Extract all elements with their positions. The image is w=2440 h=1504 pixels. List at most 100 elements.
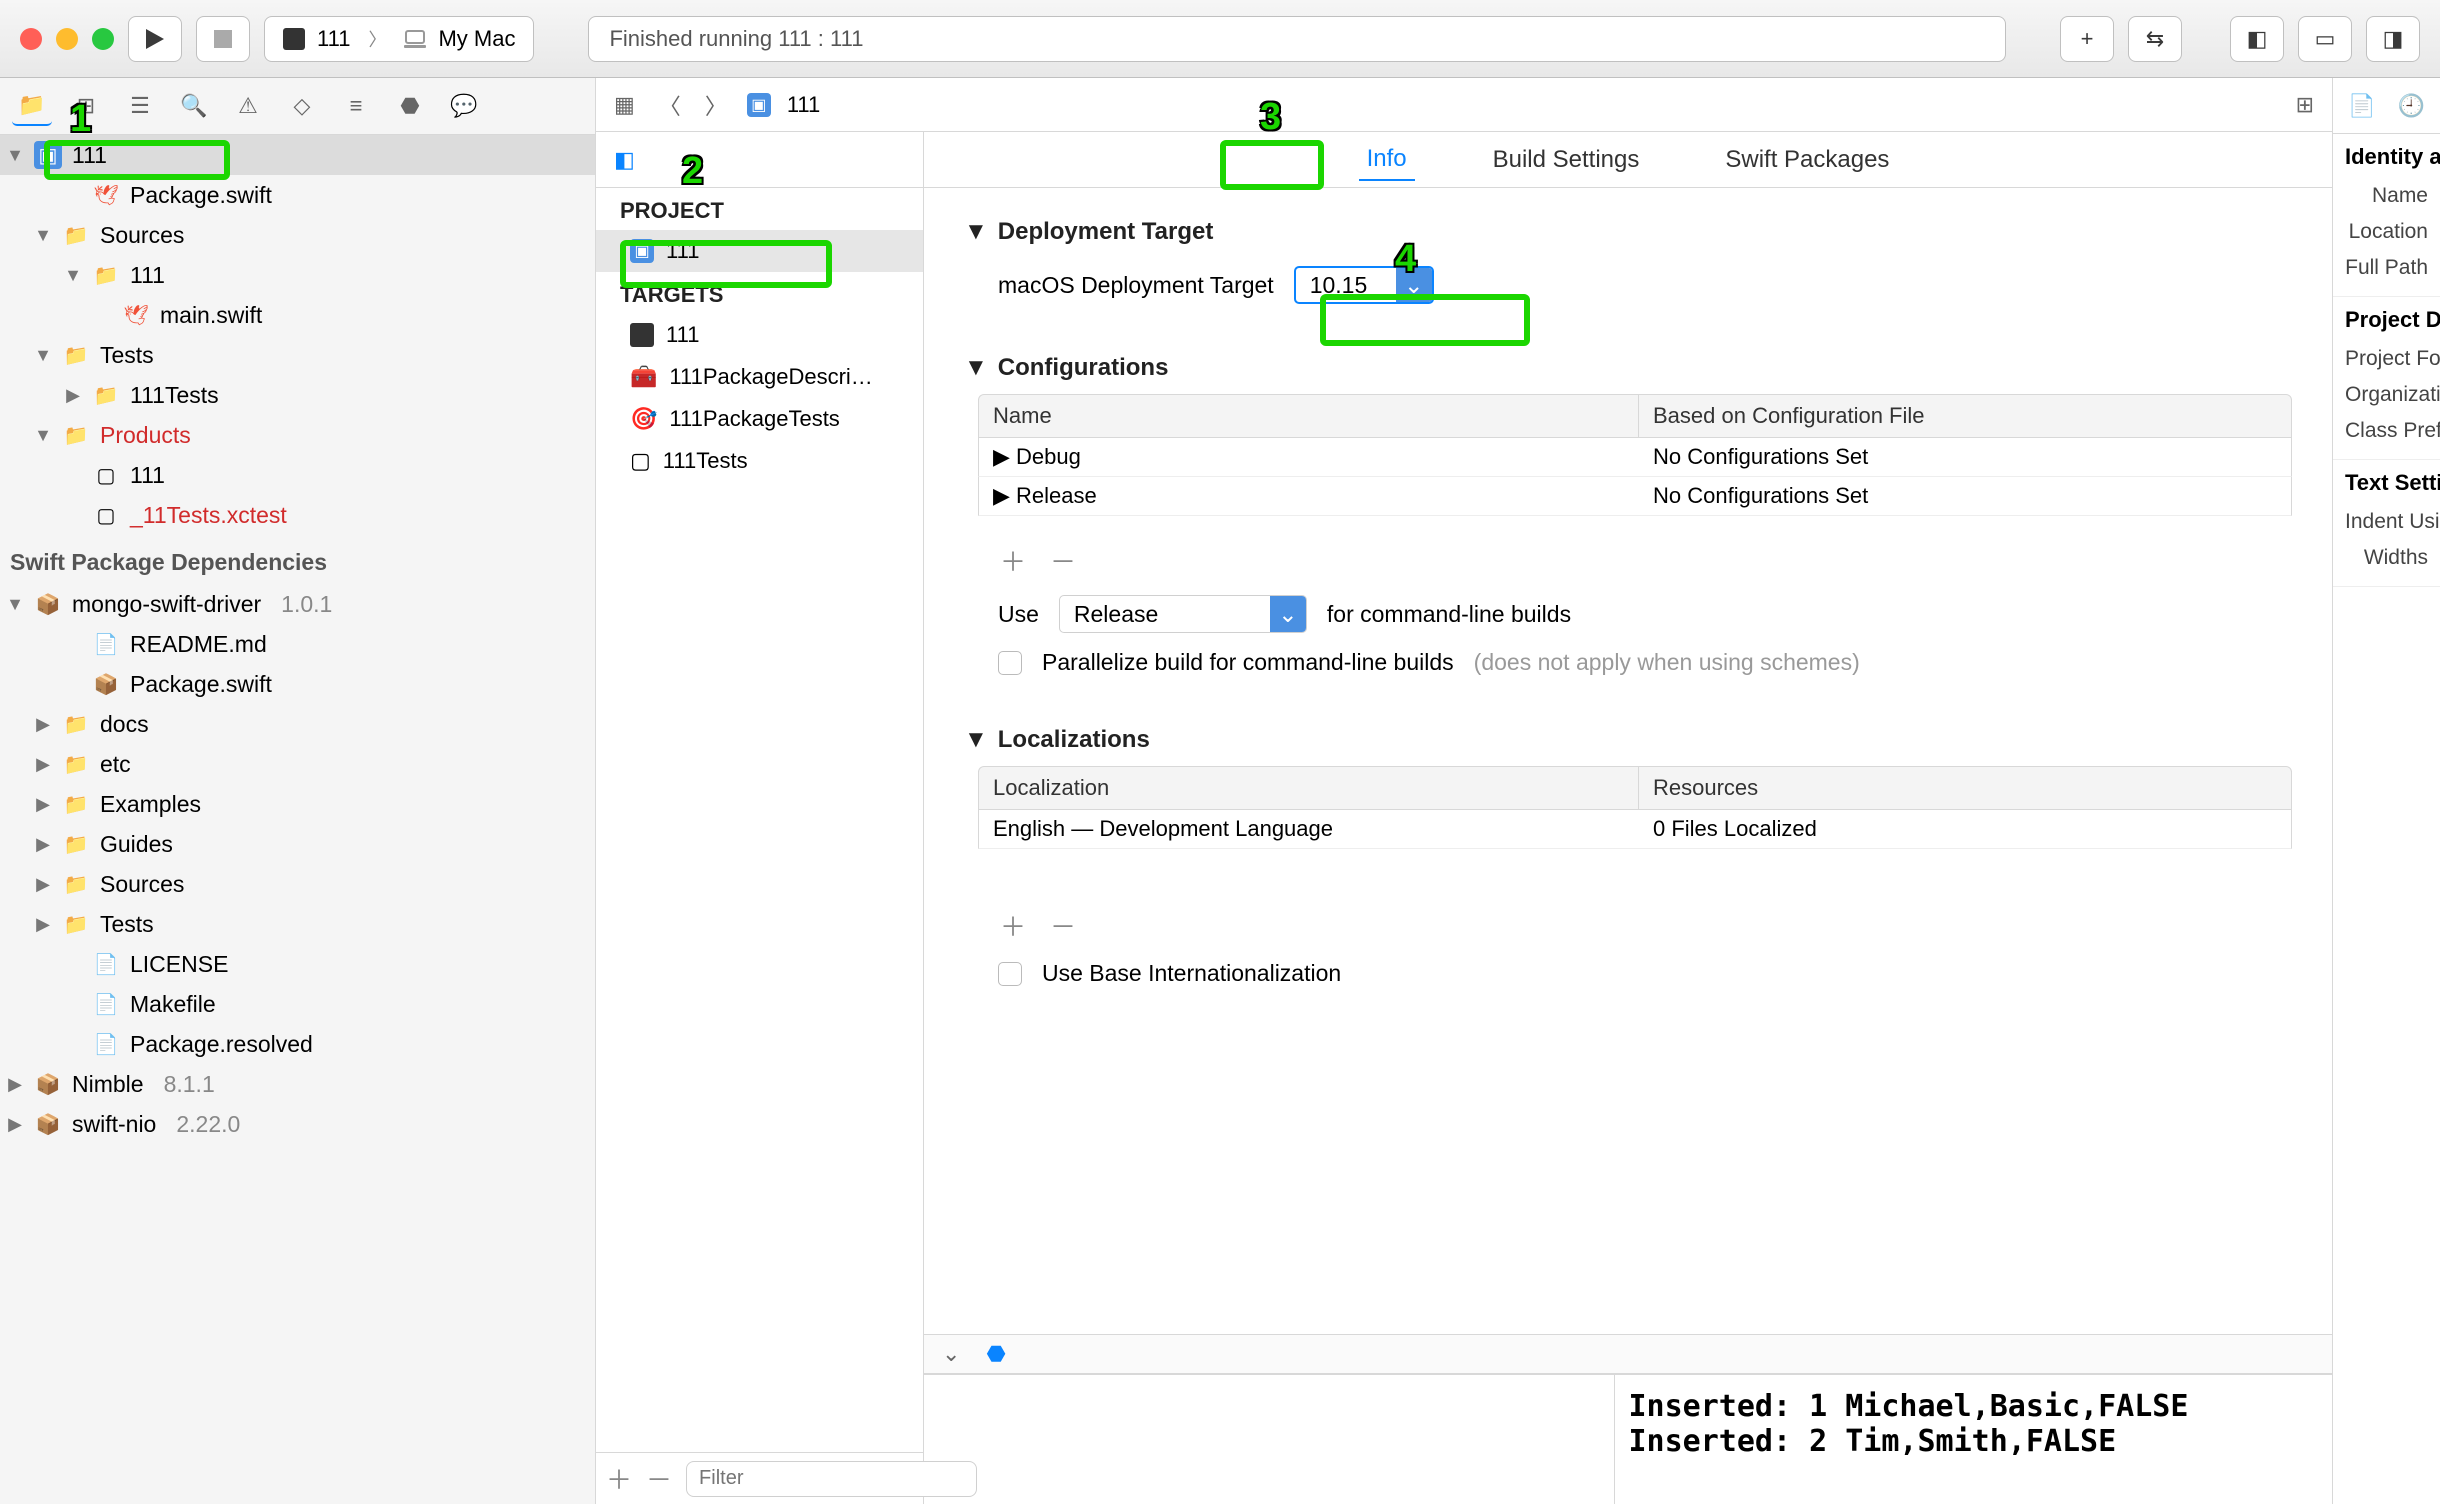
- dep-swiftnio[interactable]: ▶📦 swift-nio 2.22.0: [0, 1104, 595, 1144]
- target-111[interactable]: 111: [596, 314, 923, 356]
- file-readme[interactable]: 📄 README.md: [0, 624, 595, 664]
- related-items-icon[interactable]: ▦: [610, 88, 639, 122]
- file-package-resolved[interactable]: 📄 Package.resolved: [0, 1024, 595, 1064]
- stop-button[interactable]: [196, 16, 250, 62]
- remove-target-button[interactable]: －: [646, 1460, 672, 1497]
- folder-sources[interactable]: ▼📁 Sources: [0, 215, 595, 255]
- config-col-name: Name: [979, 395, 1639, 437]
- tab-swift-packages[interactable]: Swift Packages: [1717, 140, 1897, 180]
- debug-navigator-tab[interactable]: ≡: [336, 86, 376, 126]
- local-col-name: Localization: [979, 767, 1639, 809]
- product-111[interactable]: ▢ 111: [0, 455, 595, 495]
- file-inspector-tab[interactable]: 📄: [2344, 89, 2379, 123]
- symbol-navigator-tab[interactable]: ☰: [120, 86, 160, 126]
- zoom-window[interactable]: [92, 28, 114, 50]
- folder-111tests[interactable]: ▶📁 111Tests: [0, 375, 595, 415]
- toggle-inspector[interactable]: ◨: [2366, 16, 2420, 62]
- project-item[interactable]: ▣ 111: [596, 230, 923, 272]
- remove-config-button[interactable]: －: [1048, 542, 1078, 579]
- base-intl-label: Use Base Internationalization: [1042, 960, 1341, 987]
- status-text: Finished running 111 : 111: [609, 26, 863, 52]
- folder-111[interactable]: ▼📁 111: [0, 255, 595, 295]
- activity-status: Finished running 111 : 111: [588, 16, 2006, 62]
- local-col-res: Resources: [1639, 767, 2291, 809]
- file-makefile[interactable]: 📄 Makefile: [0, 984, 595, 1024]
- folder-sources-2[interactable]: ▶📁 Sources: [0, 864, 595, 904]
- remove-localization-button[interactable]: －: [1048, 907, 1078, 944]
- dep-mongo[interactable]: ▼📦 mongo-swift-driver 1.0.1: [0, 584, 595, 624]
- file-package-swift[interactable]: 🕊 Package.swift: [0, 175, 595, 215]
- console-output[interactable]: Inserted: 1 Michael,Basic,FALSE Inserted…: [1614, 1375, 2333, 1504]
- project-navigator-tab[interactable]: 📁: [12, 86, 52, 126]
- dep-nimble[interactable]: ▶📦 Nimble 8.1.1: [0, 1064, 595, 1104]
- target-111tests[interactable]: ▢111Tests: [596, 440, 923, 482]
- identity-section: Identity and Type: [2345, 144, 2428, 178]
- project-doc-section: Project Document: [2345, 307, 2428, 341]
- folder-tests[interactable]: ▼📁 Tests: [0, 335, 595, 375]
- run-button[interactable]: [128, 16, 182, 62]
- folder-docs[interactable]: ▶📁 docs: [0, 704, 595, 744]
- forward-button[interactable]: 〉: [701, 85, 731, 125]
- editor-area: ▦ 〈 〉 ▣ 111 ⊞ ◧ PROJECT ▣ 111 TARGETS: [596, 78, 2332, 1504]
- find-navigator-tab[interactable]: 🔍: [174, 86, 214, 126]
- console-area: Inserted: 1 Michael,Basic,FALSE Inserted…: [924, 1374, 2332, 1504]
- chevron-down-icon: ⌄: [1396, 268, 1432, 302]
- folder-products[interactable]: ▼📁 Products: [0, 415, 595, 455]
- tab-build-settings[interactable]: Build Settings: [1485, 140, 1648, 180]
- add-localization-button[interactable]: ＋: [998, 907, 1028, 944]
- file-main-swift[interactable]: 🕊 main.swift: [0, 295, 595, 335]
- config-row-debug[interactable]: ▶ Debug No Configurations Set: [978, 438, 2292, 477]
- breakpoint-toggle-icon[interactable]: ⬣: [982, 1337, 1009, 1371]
- use-suffix: for command-line builds: [1327, 601, 1571, 628]
- folder-tests-2[interactable]: ▶📁 Tests: [0, 904, 595, 944]
- deployment-target-select[interactable]: 10.15 ⌄: [1294, 266, 1434, 304]
- folder-etc[interactable]: ▶📁 etc: [0, 744, 595, 784]
- toggle-targets-icon[interactable]: ◧: [610, 143, 639, 177]
- toggle-debug[interactable]: ▭: [2298, 16, 2352, 62]
- localizations-section[interactable]: ▼Localizations: [964, 714, 2292, 766]
- local-row-english[interactable]: English — Development Language 0 Files L…: [978, 810, 2292, 849]
- add-target-button[interactable]: ＋: [606, 1460, 632, 1497]
- debug-dropdown-icon[interactable]: ⌄: [938, 1337, 964, 1371]
- toggle-navigator[interactable]: ◧: [2230, 16, 2284, 62]
- add-editor-icon[interactable]: ⊞: [2292, 88, 2318, 122]
- history-inspector-tab[interactable]: 🕘: [2394, 89, 2429, 123]
- config-col-file: Based on Configuration File: [1639, 395, 2291, 437]
- source-control-navigator-tab[interactable]: ⊞: [66, 86, 106, 126]
- deployment-target-label: macOS Deployment Target: [998, 272, 1274, 299]
- file-license[interactable]: 📄 LICENSE: [0, 944, 595, 984]
- base-intl-checkbox[interactable]: [998, 962, 1022, 986]
- library-button[interactable]: +: [2060, 16, 2114, 62]
- folder-guides[interactable]: ▶📁 Guides: [0, 824, 595, 864]
- back-button[interactable]: 〈: [655, 85, 685, 125]
- project-root[interactable]: ▼▣ 111: [0, 135, 595, 175]
- tab-info[interactable]: Info: [1359, 139, 1415, 181]
- targets-panel: ◧ PROJECT ▣ 111 TARGETS 111 🧰111PackageD…: [596, 132, 924, 1504]
- target-package-description[interactable]: 🧰111PackageDescri…: [596, 356, 923, 398]
- target-package-tests[interactable]: 🎯111PackageTests: [596, 398, 923, 440]
- folder-examples[interactable]: ▶📁 Examples: [0, 784, 595, 824]
- code-review-button[interactable]: ⇆: [2128, 16, 2182, 62]
- build-config-select[interactable]: Release ⌄: [1059, 595, 1307, 633]
- config-row-release[interactable]: ▶ Release No Configurations Set: [978, 477, 2292, 516]
- report-navigator-tab[interactable]: 💬: [444, 86, 484, 126]
- product-xctest[interactable]: ▢ _11Tests.xctest: [0, 495, 595, 535]
- close-window[interactable]: [20, 28, 42, 50]
- test-navigator-tab[interactable]: ◇: [282, 86, 322, 126]
- use-label: Use: [998, 601, 1039, 628]
- parallelize-note: (does not apply when using schemes): [1474, 649, 1860, 676]
- breakpoint-navigator-tab[interactable]: ⬣: [390, 86, 430, 126]
- add-config-button[interactable]: ＋: [998, 542, 1028, 579]
- file-package-swift-2[interactable]: 📦 Package.swift: [0, 664, 595, 704]
- issue-navigator-tab[interactable]: ⚠: [228, 86, 268, 126]
- navigator-panel: 📁 ⊞ ☰ 🔍 ⚠ ◇ ≡ ⬣ 💬 ▼▣ 111 🕊 Package.swift…: [0, 78, 596, 1504]
- variables-view[interactable]: [924, 1375, 1614, 1504]
- inspector-panel: 📄 🕘 Identity and Type Name Location Full…: [2332, 78, 2440, 1504]
- parallelize-checkbox[interactable]: [998, 651, 1022, 675]
- deployment-target-section[interactable]: ▼Deployment Target: [964, 206, 2292, 258]
- minimize-window[interactable]: [56, 28, 78, 50]
- jump-crumb[interactable]: 111: [787, 92, 820, 118]
- scheme-selector[interactable]: 111 〉 My Mac: [264, 16, 534, 62]
- configurations-section[interactable]: ▼Configurations: [964, 342, 2292, 394]
- project-tree: ▼▣ 111 🕊 Package.swift ▼📁 Sources ▼📁 111…: [0, 135, 595, 1504]
